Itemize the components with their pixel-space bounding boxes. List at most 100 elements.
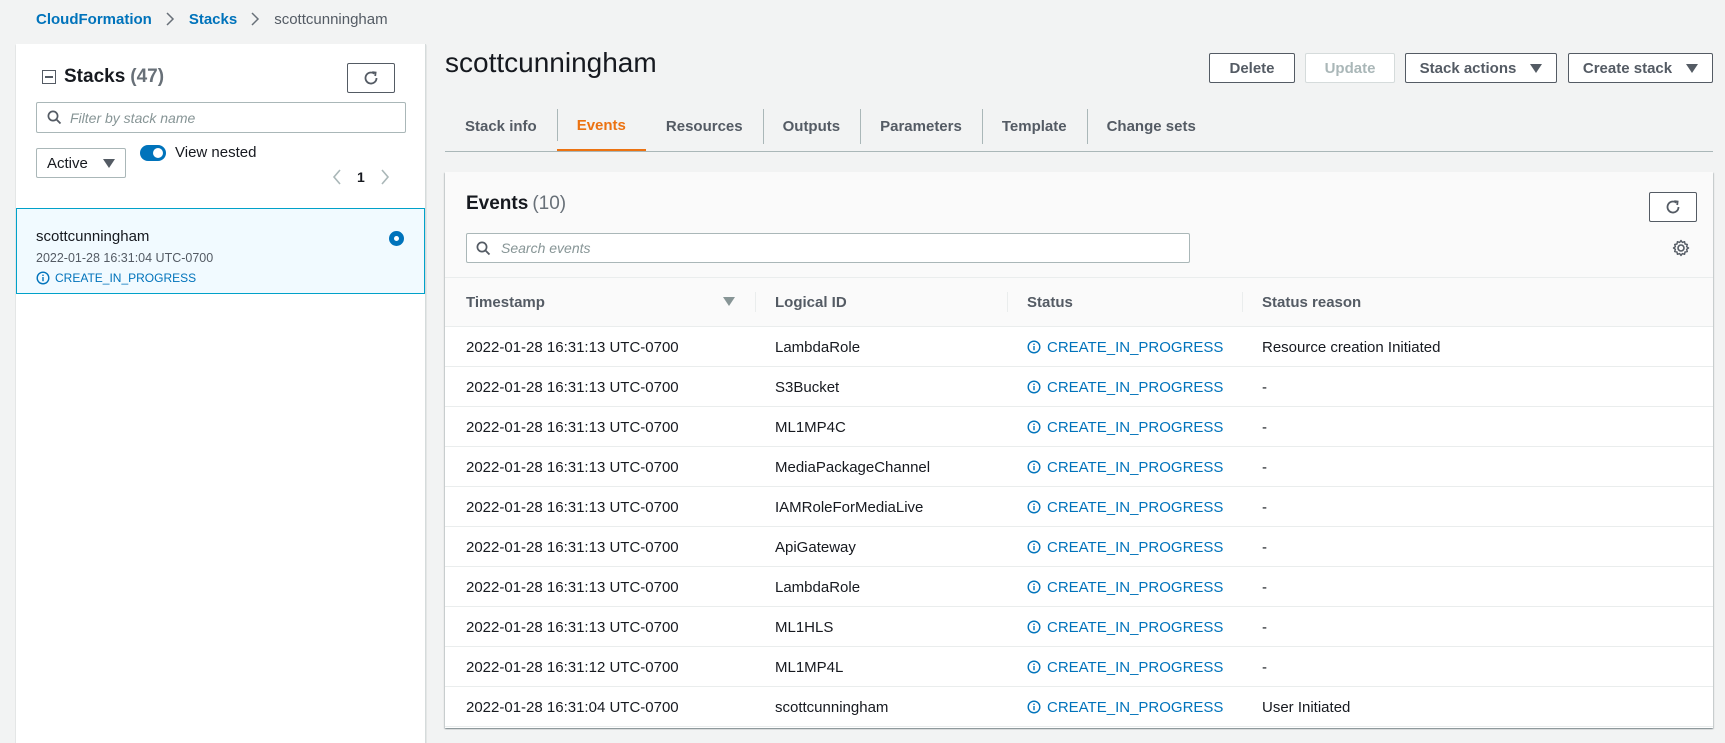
cell-logical-id: S3Bucket [775,378,840,396]
search-icon [47,110,62,125]
cell-status-text: CREATE_IN_PROGRESS [1047,418,1224,436]
events-search-field[interactable] [466,233,1190,263]
collapse-icon[interactable] [42,70,56,84]
cell-status-text: CREATE_IN_PROGRESS [1047,498,1224,516]
stack-list-item[interactable]: scottcunningham 2022-01-28 16:31:04 UTC-… [16,208,425,294]
column-divider [1007,292,1008,312]
refresh-icon [1664,198,1682,216]
stack-name: scottcunningham [36,228,150,245]
cell-status: CREATE_IN_PROGRESS [1027,327,1223,367]
cell-status-reason: - [1262,378,1267,396]
breadcrumb: CloudFormation Stacks scottcunningham [36,9,388,29]
cell-status-text: CREATE_IN_PROGRESS [1047,538,1224,556]
cell-status: CREATE_IN_PROGRESS [1027,687,1223,727]
delete-button[interactable]: Delete [1209,53,1295,83]
cell-status-reason: - [1262,658,1267,676]
stack-date: 2022-01-28 16:31:04 UTC-0700 [36,251,214,265]
status-filter-select[interactable]: Active [36,148,126,178]
stack-actions-button[interactable]: Stack actions [1405,53,1557,83]
tab-stack-info[interactable]: Stack info [445,101,557,152]
breadcrumb-cloudformation-link[interactable]: CloudFormation [36,11,152,28]
events-table-header: Timestamp Logical ID Status Status reaso… [445,278,1713,327]
cell-status-text: CREATE_IN_PROGRESS [1047,338,1224,356]
stack-actions-label: Stack actions [1419,59,1517,77]
column-header-timestamp[interactable]: Timestamp [466,278,545,327]
search-icon [476,241,491,256]
table-row: 2022-01-28 16:31:13 UTC-0700 ApiGateway CR… [445,527,1713,567]
cell-timestamp: 2022-01-28 16:31:13 UTC-0700 [466,418,679,436]
cell-timestamp: 2022-01-28 16:31:13 UTC-0700 [466,538,679,556]
caret-down-icon [1530,63,1543,73]
tab-outputs[interactable]: Outputs [762,101,861,152]
column-header-logical-id[interactable]: Logical ID [775,278,847,327]
table-row: 2022-01-28 16:31:13 UTC-0700 IAMRoleForMe… [445,487,1713,527]
cell-logical-id: ML1MP4C [775,418,846,436]
stack-filter-field[interactable] [36,102,406,133]
events-search-input[interactable] [501,240,1161,256]
cell-status: CREATE_IN_PROGRESS [1027,607,1223,647]
cell-status-reason: - [1262,418,1267,436]
info-icon[interactable] [1027,340,1041,354]
table-row: 2022-01-28 16:31:13 UTC-0700 ML1HLS CREATE… [445,607,1713,647]
info-icon [36,271,50,285]
cell-logical-id: LambdaRole [775,338,861,356]
info-icon[interactable] [1027,660,1041,674]
cell-timestamp: 2022-01-28 16:31:04 UTC-0700 [466,698,679,716]
table-row: 2022-01-28 16:31:12 UTC-0700 ML1MP4L CREAT… [445,647,1713,687]
column-divider [1242,292,1243,312]
info-icon[interactable] [1027,620,1041,634]
table-row: 2022-01-28 16:31:13 UTC-0700 LambdaRole CR… [445,327,1713,367]
stack-radio[interactable] [389,231,404,246]
cell-timestamp: 2022-01-28 16:31:13 UTC-0700 [466,498,679,516]
info-icon[interactable] [1027,500,1041,514]
delete-button-label: Delete [1229,59,1275,77]
info-icon[interactable] [1027,540,1041,554]
column-header-status[interactable]: Status [1027,278,1073,327]
cell-logical-id: scottcunningham [775,698,889,716]
tab-events[interactable]: Events [556,101,646,152]
tab-template[interactable]: Template [981,101,1087,152]
cell-status-reason: - [1262,578,1267,596]
view-nested-label: View nested [175,144,257,161]
stacks-panel: Stacks (47) Active View nested 1 scottcu… [16,44,426,743]
breadcrumb-stacks-link[interactable]: Stacks [189,11,237,28]
column-header-status-reason[interactable]: Status reason [1262,278,1361,327]
cell-status: CREATE_IN_PROGRESS [1027,527,1223,567]
cell-logical-id: ApiGateway [775,538,856,556]
pagination: 1 [328,168,394,186]
info-icon[interactable] [1027,460,1041,474]
info-icon[interactable] [1027,700,1041,714]
stacks-refresh-button[interactable] [347,63,395,93]
cell-status-text: CREATE_IN_PROGRESS [1047,578,1224,596]
view-nested-toggle[interactable] [140,145,166,161]
gear-icon[interactable] [1672,239,1690,257]
tab-resources[interactable]: Resources [646,101,763,152]
info-icon[interactable] [1027,380,1041,394]
page-title: scottcunningham [445,47,657,78]
page-number[interactable]: 1 [357,169,365,185]
cell-status-text: CREATE_IN_PROGRESS [1047,618,1224,636]
events-refresh-button[interactable] [1649,192,1697,222]
cell-status: CREATE_IN_PROGRESS [1027,567,1223,607]
chevron-right-icon[interactable] [376,168,394,186]
sort-caret-down-icon[interactable] [723,297,735,306]
cell-status-reason: - [1262,618,1267,636]
cell-status-reason: - [1262,458,1267,476]
cell-logical-id: IAMRoleForMediaLive [775,498,924,516]
tab-bar: Stack info Events Resources Outputs Para… [445,101,1216,152]
info-icon[interactable] [1027,420,1041,434]
create-stack-button[interactable]: Create stack [1568,53,1713,83]
table-row: 2022-01-28 16:31:13 UTC-0700 ML1MP4C CREAT… [445,407,1713,447]
tab-parameters[interactable]: Parameters [860,101,982,152]
tab-change-sets[interactable]: Change sets [1086,101,1216,152]
chevron-left-icon[interactable] [328,168,346,186]
chevron-right-icon [166,12,175,26]
stack-filter-input[interactable] [70,109,390,126]
cell-logical-id: MediaPackageChannel [775,458,931,476]
update-button[interactable]: Update [1305,53,1395,83]
cell-logical-id: ML1HLS [775,618,834,636]
stacks-panel-header: Stacks (47) [42,66,164,88]
info-icon[interactable] [1027,580,1041,594]
events-panel: Events(10) Timestamp Logical ID Status S… [445,172,1713,728]
stacks-title: Stacks [64,66,126,87]
